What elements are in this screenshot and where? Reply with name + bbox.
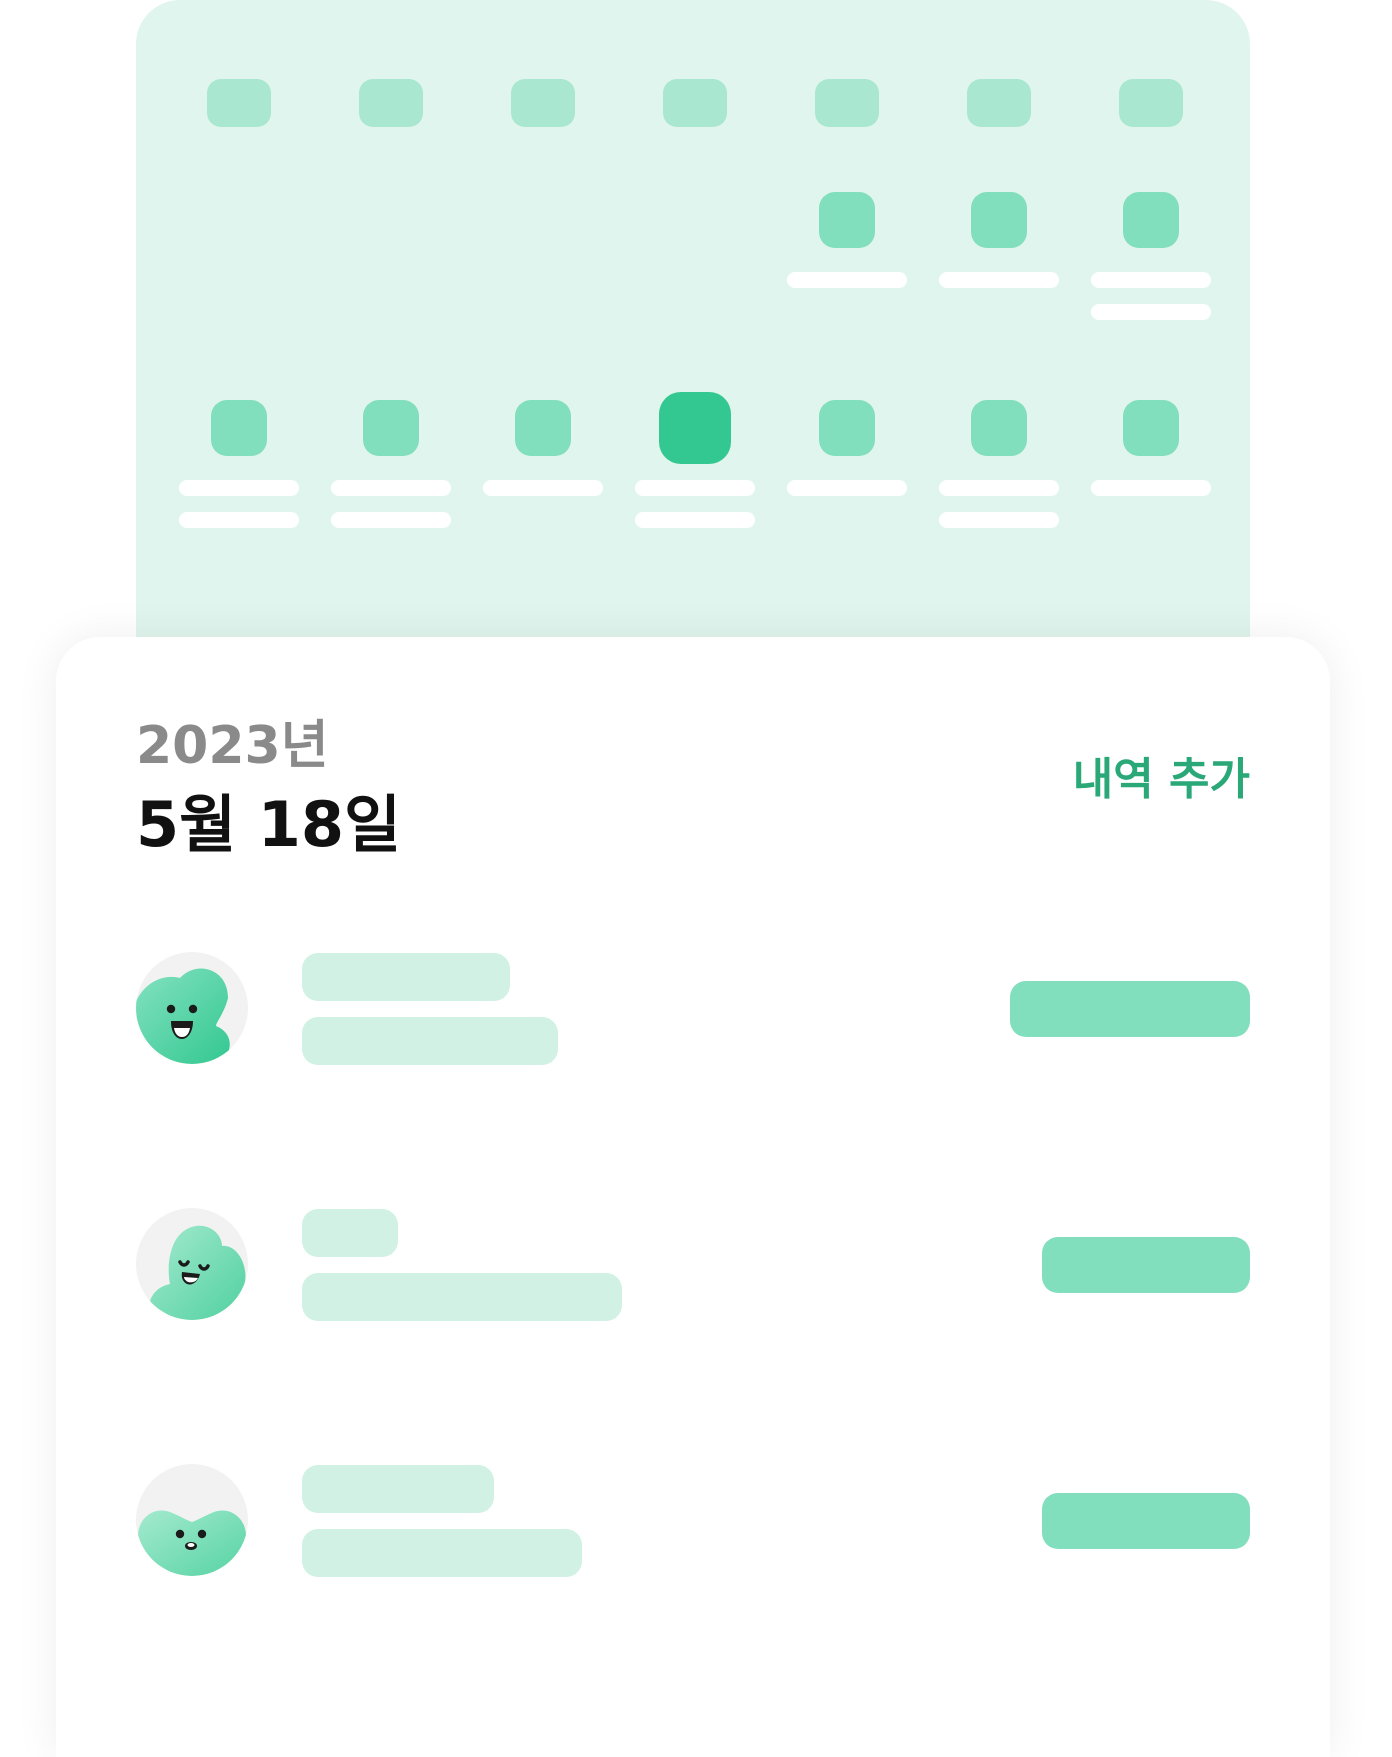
weekday-label-placeholder — [359, 79, 423, 127]
transaction-title-placeholder — [302, 1209, 398, 1257]
calendar-day[interactable] — [1123, 400, 1179, 456]
transaction-amount-placeholder — [1042, 1493, 1250, 1549]
transaction-amount-placeholder — [1010, 981, 1250, 1037]
calendar-day[interactable] — [971, 400, 1027, 456]
weekday-label-placeholder — [815, 79, 879, 127]
day-entry-placeholder — [939, 512, 1059, 528]
transaction-title-placeholder — [302, 1465, 494, 1513]
calendar-day[interactable] — [211, 400, 267, 456]
transaction-subtitle-placeholder — [302, 1273, 622, 1321]
day-entry-placeholder — [179, 480, 299, 496]
day-entry-placeholder — [939, 272, 1059, 288]
year-label: 2023년 — [136, 716, 329, 776]
day-entry-placeholder — [1091, 480, 1211, 496]
day-entry-placeholder — [787, 272, 907, 288]
weekday-label-placeholder — [511, 79, 575, 127]
smiling-leaf-character-icon — [136, 952, 248, 1064]
day-entry-placeholder — [1091, 272, 1211, 288]
calendar-day[interactable] — [971, 192, 1027, 248]
weekday-label-placeholder — [1119, 79, 1183, 127]
day-entry-placeholder — [331, 480, 451, 496]
calendar-day[interactable] — [1123, 192, 1179, 248]
day-entry-placeholder — [635, 512, 755, 528]
transaction-title-placeholder — [302, 953, 510, 1001]
weekday-label-placeholder — [967, 79, 1031, 127]
date-label: 5월 18일 — [136, 788, 402, 861]
calendar-panel — [136, 0, 1250, 700]
day-entry-placeholder — [635, 480, 755, 496]
weekday-label-placeholder — [207, 79, 271, 127]
day-entry-placeholder — [179, 512, 299, 528]
day-entry-placeholder — [787, 480, 907, 496]
calendar-day-selected[interactable] — [659, 392, 731, 464]
happy-closed-eyes-character-icon — [136, 1208, 248, 1320]
weekday-label-placeholder — [663, 79, 727, 127]
day-entry-placeholder — [1091, 304, 1211, 320]
day-entry-placeholder — [483, 480, 603, 496]
transaction-subtitle-placeholder — [302, 1529, 582, 1577]
day-entry-placeholder — [939, 480, 1059, 496]
calendar-day[interactable] — [819, 192, 875, 248]
calendar-day[interactable] — [515, 400, 571, 456]
calendar-day[interactable] — [363, 400, 419, 456]
transaction-amount-placeholder — [1042, 1237, 1250, 1293]
heart-shaped-character-icon — [136, 1464, 248, 1576]
transaction-subtitle-placeholder — [302, 1017, 558, 1065]
add-entry-button[interactable]: 내역 추가 — [1073, 754, 1250, 806]
calendar-day[interactable] — [819, 400, 875, 456]
day-entry-placeholder — [331, 512, 451, 528]
